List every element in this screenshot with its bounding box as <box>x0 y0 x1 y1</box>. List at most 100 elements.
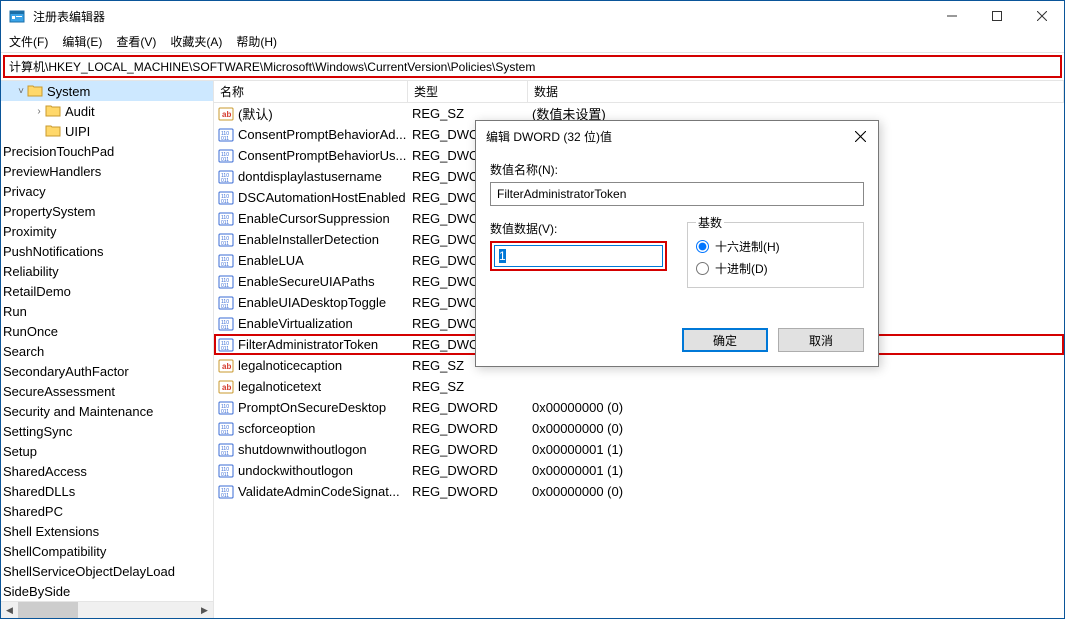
menu-file[interactable]: 文件(F) <box>9 33 48 50</box>
scroll-left-icon[interactable]: ◀ <box>1 602 18 618</box>
tree-item[interactable]: PreviewHandlers <box>1 161 213 181</box>
svg-text:011: 011 <box>221 430 229 436</box>
tree-item[interactable]: SideBySide <box>1 581 213 601</box>
table-row[interactable]: 110011scforceoptionREG_DWORD0x00000000 (… <box>214 418 1064 439</box>
svg-text:011: 011 <box>221 409 229 415</box>
row-type: REG_SZ <box>408 379 528 394</box>
table-row[interactable]: 110011shutdownwithoutlogonREG_DWORD0x000… <box>214 439 1064 460</box>
binary-value-icon: 110011 <box>218 400 234 416</box>
binary-value-icon: 110011 <box>218 127 234 143</box>
row-data: 0x00000000 (0) <box>528 400 1064 415</box>
folder-icon <box>45 104 61 118</box>
tree-item[interactable]: SecureAssessment <box>1 381 213 401</box>
table-row[interactable]: 110011PromptOnSecureDesktopREG_DWORD0x00… <box>214 397 1064 418</box>
tree-item[interactable]: SharedAccess <box>1 461 213 481</box>
regedit-window: 注册表编辑器 文件(F) 编辑(E) 查看(V) 收藏夹(A) 帮助(H) ˅ … <box>0 0 1065 619</box>
binary-value-icon: 110011 <box>218 274 234 290</box>
col-type[interactable]: 类型 <box>408 81 528 102</box>
menubar: 文件(F) 编辑(E) 查看(V) 收藏夹(A) 帮助(H) <box>1 31 1064 53</box>
row-name: (默认) <box>238 104 273 123</box>
row-name: legalnoticetext <box>238 379 321 394</box>
tree-pane[interactable]: ˅ System › Audit UIPI PrecisionTouchPadP… <box>1 81 214 618</box>
address-input[interactable] <box>9 60 1056 74</box>
close-button[interactable] <box>1019 1 1064 31</box>
tree-item[interactable]: Privacy <box>1 181 213 201</box>
folder-icon <box>45 124 61 138</box>
expand-icon[interactable]: › <box>33 106 45 117</box>
svg-text:011: 011 <box>221 304 229 310</box>
col-name[interactable]: 名称 <box>214 81 408 102</box>
table-row[interactable]: 110011ValidateAdminCodeSignat...REG_DWOR… <box>214 481 1064 502</box>
minimize-button[interactable] <box>929 1 974 31</box>
binary-value-icon: 110011 <box>218 337 234 353</box>
collapse-icon[interactable]: ˅ <box>15 86 27 97</box>
dialog-titlebar[interactable]: 编辑 DWORD (32 位)值 <box>476 121 878 151</box>
row-type: REG_DWORD <box>408 442 528 457</box>
tree-item[interactable]: ShellServiceObjectDelayLoad <box>1 561 213 581</box>
tree-item[interactable]: ShellCompatibility <box>1 541 213 561</box>
dialog-close-button[interactable] <box>846 125 874 147</box>
list-header: 名称 类型 数据 <box>214 81 1064 103</box>
tree-item[interactable]: SharedDLLs <box>1 481 213 501</box>
radio-hex[interactable]: 十六进制(H) <box>696 235 855 257</box>
binary-value-icon: 110011 <box>218 316 234 332</box>
tree-item-audit[interactable]: › Audit <box>1 101 213 121</box>
tree-item[interactable]: Search <box>1 341 213 361</box>
table-row[interactable]: ab legalnoticetext REG_SZ <box>214 376 1064 397</box>
tree-item[interactable]: PrecisionTouchPad <box>1 141 213 161</box>
value-name-field[interactable] <box>490 182 864 206</box>
tree-item[interactable]: Security and Maintenance <box>1 401 213 421</box>
svg-text:ab: ab <box>222 362 231 371</box>
tree-item[interactable]: Setup <box>1 441 213 461</box>
tree-item[interactable]: SharedPC <box>1 501 213 521</box>
tree-label: Audit <box>65 104 95 119</box>
string-value-icon: ab <box>218 379 234 395</box>
menu-view[interactable]: 查看(V) <box>116 33 156 50</box>
app-icon <box>9 8 25 24</box>
radio-dec-input[interactable] <box>696 262 709 275</box>
tree-item[interactable]: SettingSync <box>1 421 213 441</box>
row-type: REG_SZ <box>408 106 528 121</box>
row-name: ConsentPromptBehaviorAd... <box>238 127 406 142</box>
value-data-field[interactable] <box>494 245 663 267</box>
binary-value-icon: 110011 <box>218 295 234 311</box>
tree-item[interactable]: Shell Extensions <box>1 521 213 541</box>
scroll-right-icon[interactable]: ▶ <box>196 602 213 618</box>
row-name: ValidateAdminCodeSignat... <box>238 484 400 499</box>
svg-text:011: 011 <box>221 283 229 289</box>
tree-item-system[interactable]: ˅ System <box>1 81 213 101</box>
row-data: 0x00000001 (1) <box>528 442 1064 457</box>
tree-item[interactable]: Reliability <box>1 261 213 281</box>
tree-item-uipi[interactable]: UIPI <box>1 121 213 141</box>
string-value-icon: ab <box>218 106 234 122</box>
cancel-button[interactable]: 取消 <box>778 328 864 352</box>
scroll-thumb[interactable] <box>18 602 78 618</box>
tree-item[interactable]: Proximity <box>1 221 213 241</box>
col-data[interactable]: 数据 <box>528 81 1064 102</box>
menu-help[interactable]: 帮助(H) <box>236 33 277 50</box>
table-row[interactable]: 110011undockwithoutlogonREG_DWORD0x00000… <box>214 460 1064 481</box>
tree-item[interactable]: SecondaryAuthFactor <box>1 361 213 381</box>
svg-text:011: 011 <box>221 178 229 184</box>
tree-item[interactable]: Run <box>1 301 213 321</box>
tree-item[interactable]: RetailDemo <box>1 281 213 301</box>
binary-value-icon: 110011 <box>218 190 234 206</box>
tree-item[interactable]: PushNotifications <box>1 241 213 261</box>
radio-dec[interactable]: 十进制(D) <box>696 257 855 279</box>
tree-hscrollbar[interactable]: ◀ ▶ <box>1 601 213 618</box>
radio-hex-input[interactable] <box>696 240 709 253</box>
address-bar[interactable] <box>3 55 1062 78</box>
ok-button[interactable]: 确定 <box>682 328 768 352</box>
base-legend: 基数 <box>696 214 724 231</box>
menu-favorites[interactable]: 收藏夹(A) <box>170 33 222 50</box>
row-type: REG_DWORD <box>408 400 528 415</box>
string-value-icon: ab <box>218 358 234 374</box>
maximize-button[interactable] <box>974 1 1019 31</box>
tree-item[interactable]: RunOnce <box>1 321 213 341</box>
tree-item[interactable]: PropertySystem <box>1 201 213 221</box>
menu-edit[interactable]: 编辑(E) <box>62 33 102 50</box>
svg-text:011: 011 <box>221 220 229 226</box>
base-fieldset: 基数 十六进制(H) 十进制(D) <box>687 214 864 288</box>
svg-text:011: 011 <box>221 241 229 247</box>
folder-icon <box>27 84 43 98</box>
